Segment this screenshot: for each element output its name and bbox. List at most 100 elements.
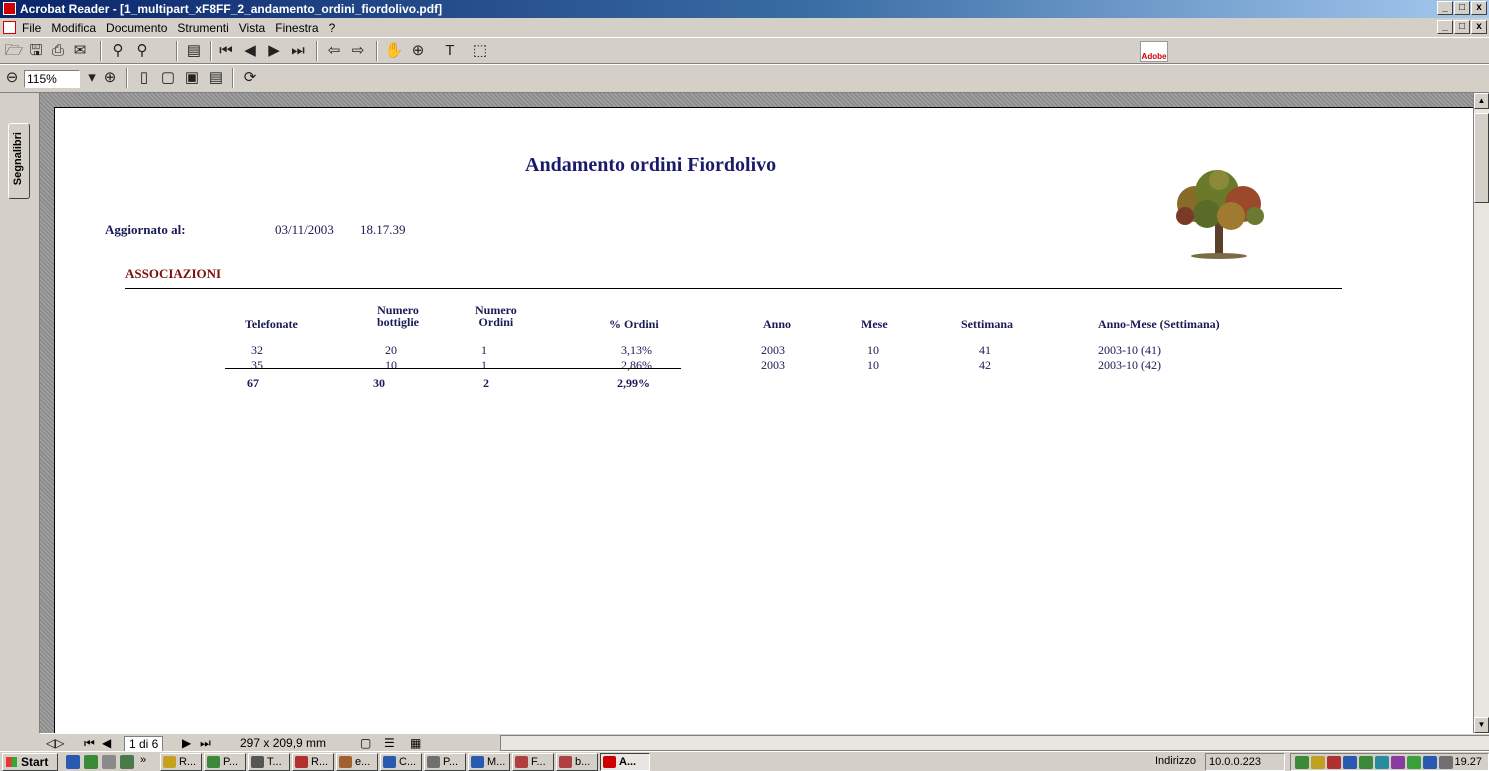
desktop-quicklaunch-icon[interactable] [84,755,98,769]
fit-page-icon[interactable]: ▢ [158,69,178,87]
taskbar-button[interactable]: P... [204,753,246,771]
tray-connection-icon[interactable] [1423,756,1437,769]
prev-page-status-icon[interactable]: ◀ [102,736,111,750]
minimize-button[interactable]: _ [1437,1,1453,15]
maximize-button[interactable]: □ [1454,1,1470,15]
page-size: 297 x 209,9 mm [240,736,327,750]
taskbar-button[interactable]: M... [468,753,510,771]
header-mese: Mese [861,317,888,331]
zoom-input[interactable]: 115% [24,70,80,88]
facing-icon[interactable]: ▦ [410,736,421,750]
first-page-icon[interactable]: ⏮ [216,42,236,60]
scroll-down-icon[interactable]: ▼ [1474,717,1489,733]
hand-tool-icon[interactable]: ✋ [384,42,404,60]
title-bar: Acrobat Reader - [1_multipart_xF8FF_2_an… [0,0,1489,18]
header-anno-mese: Anno-Mese (Settimana) [1098,317,1220,331]
tray-misc-icon[interactable] [1391,756,1405,769]
next-page-status-icon[interactable]: ▶ [182,736,191,750]
go-forward-icon[interactable]: ⇨ [348,42,368,60]
total-bottiglie: 30 [373,376,385,390]
last-page-status-icon[interactable]: ⏭ [200,736,211,751]
zoom-out-icon[interactable]: ⊖ [2,69,22,87]
table-cell: 2003-10 (42) [1098,358,1161,372]
find-icon[interactable]: ⚲ [108,42,128,60]
tray-antivirus-icon[interactable] [1327,756,1341,769]
zoom-tool-icon[interactable]: ⊕ [408,42,428,60]
single-page-icon[interactable]: ▢ [360,736,371,750]
graphics-select-icon[interactable]: ⬚ [470,42,490,60]
menu-strumenti[interactable]: Strumenti [177,21,228,35]
taskbar-button[interactable]: P... [424,753,466,771]
ie-quicklaunch-icon[interactable] [66,755,80,769]
table-cell: 32 [251,343,263,357]
doc-minimize-button[interactable]: _ [1437,20,1453,34]
email-icon[interactable]: ✉ [70,42,90,60]
tray-volume-icon[interactable] [1439,756,1453,769]
menu-file[interactable]: File [22,21,41,35]
close-button[interactable]: x [1471,1,1487,15]
main-toolbar: 🗁 🖫 ⎙ ✉ ⚲ ⚲ ▤ ⏮ ◀ ▶ ⏭ ⇦ ⇨ ✋ ⊕ T ⬚ Adobe [0,37,1489,64]
section-heading: ASSOCIAZIONI [125,266,222,281]
taskbar-button[interactable]: e... [336,753,378,771]
save-icon[interactable]: 🖫 [26,42,46,60]
go-back-icon[interactable]: ⇦ [324,42,344,60]
first-page-status-icon[interactable]: ⏮ [84,736,95,751]
next-page-icon[interactable]: ▶ [264,42,284,60]
previous-page-icon[interactable]: ◀ [240,42,260,60]
menu-documento[interactable]: Documento [106,21,167,35]
taskbar-button[interactable]: R... [160,753,202,771]
page-number-field[interactable]: 1 di 6 [124,736,164,752]
tray-sync-icon[interactable] [1359,756,1373,769]
tray-monitor-icon[interactable] [1343,756,1357,769]
table-cell: 35 [251,358,263,372]
text-select-icon[interactable]: T [440,42,460,60]
fit-width-icon[interactable]: ▣ [182,69,202,87]
search-icon[interactable]: ⚲ [132,42,152,60]
taskbar-clock[interactable]: 19.27 [1454,756,1482,768]
last-page-icon[interactable]: ⏭ [288,42,308,60]
acrobat-app-icon[interactable] [3,2,16,15]
adobe-logo[interactable]: Adobe [1140,41,1168,62]
menu-help[interactable]: ? [329,21,336,35]
print-icon[interactable]: ⎙ [48,42,68,60]
pane-toggle-icon[interactable]: ◁▷ [46,736,64,750]
header-anno: Anno [763,317,792,331]
more-quicklaunch-icon[interactable]: » [140,754,146,766]
taskbar-button[interactable]: R... [292,753,334,771]
taskbar-button[interactable]: T... [248,753,290,771]
scroll-thumb[interactable] [1474,113,1489,203]
vertical-scrollbar[interactable]: ▲ ▼ [1473,93,1489,733]
doc-restore-button[interactable]: □ [1454,20,1470,34]
taskbar-button[interactable]: b... [556,753,598,771]
taskbar-button-acrobat[interactable]: A... [600,753,650,771]
menu-modifica[interactable]: Modifica [51,21,96,35]
fit-visible-icon[interactable]: ▤ [206,69,226,87]
show-hide-navigation-icon[interactable]: ▤ [184,42,204,60]
taskbar-button[interactable]: C... [380,753,422,771]
app-quicklaunch-icon[interactable] [120,755,134,769]
bookmarks-tab[interactable]: Segnalibri [8,123,30,199]
zoom-dropdown-icon[interactable]: ▾ [82,69,102,87]
menu-vista[interactable]: Vista [239,21,265,35]
rotate-view-icon[interactable]: ⟳ [240,69,260,87]
scroll-up-icon[interactable]: ▲ [1474,93,1489,109]
address-field[interactable]: 10.0.0.223 [1205,753,1285,771]
open-icon[interactable]: 🗁 [4,42,24,60]
tray-network-icon[interactable] [1295,756,1309,769]
document-viewport[interactable]: Andamento ordini Fiordolivo Aggiornato a… [40,93,1473,733]
outlook-quicklaunch-icon[interactable] [102,755,116,769]
header-bottiglie: Numero bottiglie [377,304,419,328]
tray-lan-icon[interactable] [1375,756,1389,769]
actual-size-icon[interactable]: ▯ [134,69,154,87]
zoom-in-icon[interactable]: ⊕ [100,69,120,87]
taskbar-button[interactable]: F... [512,753,554,771]
table-cell: 2003-10 (41) [1098,343,1161,357]
tray-status-icon[interactable] [1407,756,1421,769]
tray-app-icon[interactable] [1311,756,1325,769]
horizontal-scrollbar[interactable] [500,735,1489,751]
document-icon[interactable] [3,21,16,34]
menu-finestra[interactable]: Finestra [275,21,318,35]
doc-close-button[interactable]: x [1471,20,1487,34]
start-button[interactable]: Start [2,753,58,771]
continuous-icon[interactable]: ☰ [384,736,395,750]
